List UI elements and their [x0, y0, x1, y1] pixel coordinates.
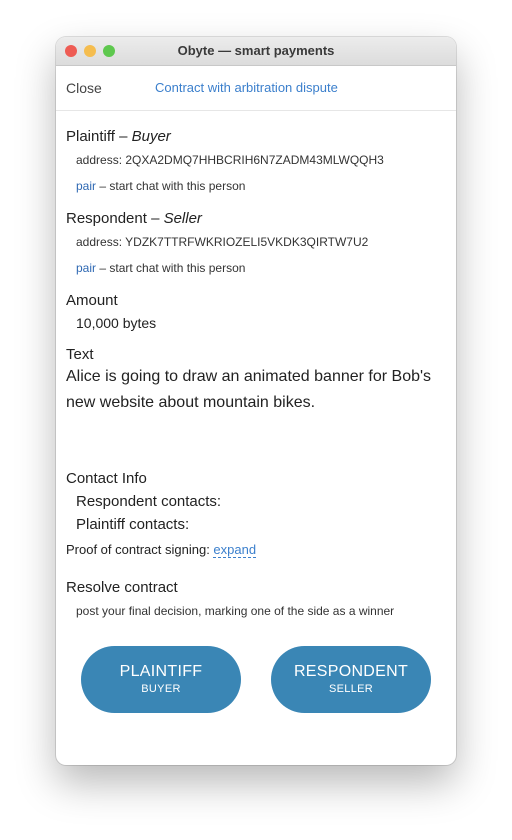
buyer-button-sublabel: BUYER — [141, 683, 181, 695]
plaintiff-button-label: PLAINTIFF — [119, 663, 203, 680]
close-button[interactable]: Close — [66, 80, 102, 96]
seller-button-sublabel: SELLER — [329, 683, 373, 695]
plaintiff-winner-button[interactable]: PLAINTIFF BUYER — [81, 646, 241, 713]
amount-heading: Amount — [66, 292, 118, 309]
contract-text: Alice is going to draw an animated banne… — [66, 364, 446, 416]
proof-label: Proof of contract signing: — [66, 542, 214, 557]
respondent-role: Seller — [163, 210, 202, 227]
respondent-heading-text: Respondent – — [66, 210, 164, 227]
app-window: Obyte — smart payments Close Contract wi… — [56, 37, 456, 765]
page-title: Contract with arbitration dispute — [155, 80, 338, 95]
proof-of-signing: Proof of contract signing: expand — [66, 542, 446, 558]
contract-details: Plaintiff – Buyer address: 2QXA2DMQ7HHBC… — [56, 128, 456, 618]
expand-link[interactable]: expand — [213, 542, 257, 558]
plaintiff-heading: Plaintiff – Buyer — [66, 128, 446, 145]
window-title: Obyte — smart payments — [177, 43, 335, 58]
respondent-address-line: address: YDZK7TTRFWKRIOZELI5VKDK3QIRTW7U… — [66, 235, 446, 249]
respondent-winner-button[interactable]: RESPONDENT SELLER — [271, 646, 431, 713]
amount-value: 10,000 bytes — [76, 315, 157, 331]
plaintiff-address-label: address: — [76, 153, 126, 167]
plaintiff-pair-link[interactable]: pair — [76, 179, 96, 193]
respondent-pair-link[interactable]: pair — [76, 261, 96, 275]
plaintiff-pair-line: pair – start chat with this person — [66, 179, 446, 193]
respondent-button-label: RESPONDENT — [293, 663, 409, 680]
top-bar: Close Contract with arbitration dispute — [56, 66, 456, 111]
respondent-contacts-label: Respondent contacts: — [76, 493, 222, 510]
plaintiff-address-line: address: 2QXA2DMQ7HHBCRIH6N7ZADM43MLWQQH… — [66, 153, 446, 167]
contact-info-heading: Contact Info — [66, 470, 147, 487]
respondent-address: YDZK7TTRFWKRIOZELI5VKDK3QIRTW7U2 — [125, 235, 369, 249]
contract-text-line: new website about mountain bikes. — [66, 394, 316, 411]
plaintiff-contacts-label: Plaintiff contacts: — [76, 516, 190, 533]
resolve-heading: Resolve contract — [66, 579, 178, 596]
plaintiff-role: Buyer — [131, 128, 171, 145]
plaintiff-pair-desc: – start chat with this person — [96, 179, 246, 193]
decision-buttons: PLAINTIFF BUYER RESPONDENT SELLER — [81, 646, 431, 713]
respondent-pair-desc: – start chat with this person — [96, 261, 246, 275]
respondent-heading: Respondent – Seller — [66, 210, 446, 227]
respondent-address-label: address: — [76, 235, 126, 249]
contract-text-line: Alice is going to draw an animated banne… — [66, 368, 432, 385]
plaintiff-address: 2QXA2DMQ7HHBCRIH6N7ZADM43MLWQQH3 — [125, 153, 384, 167]
plaintiff-heading-text: Plaintiff – — [66, 128, 132, 145]
resolve-description: post your final decision, marking one of… — [76, 604, 395, 618]
respondent-pair-line: pair – start chat with this person — [66, 261, 446, 275]
title-bar: Obyte — smart payments — [56, 37, 456, 66]
text-heading: Text — [66, 346, 94, 363]
